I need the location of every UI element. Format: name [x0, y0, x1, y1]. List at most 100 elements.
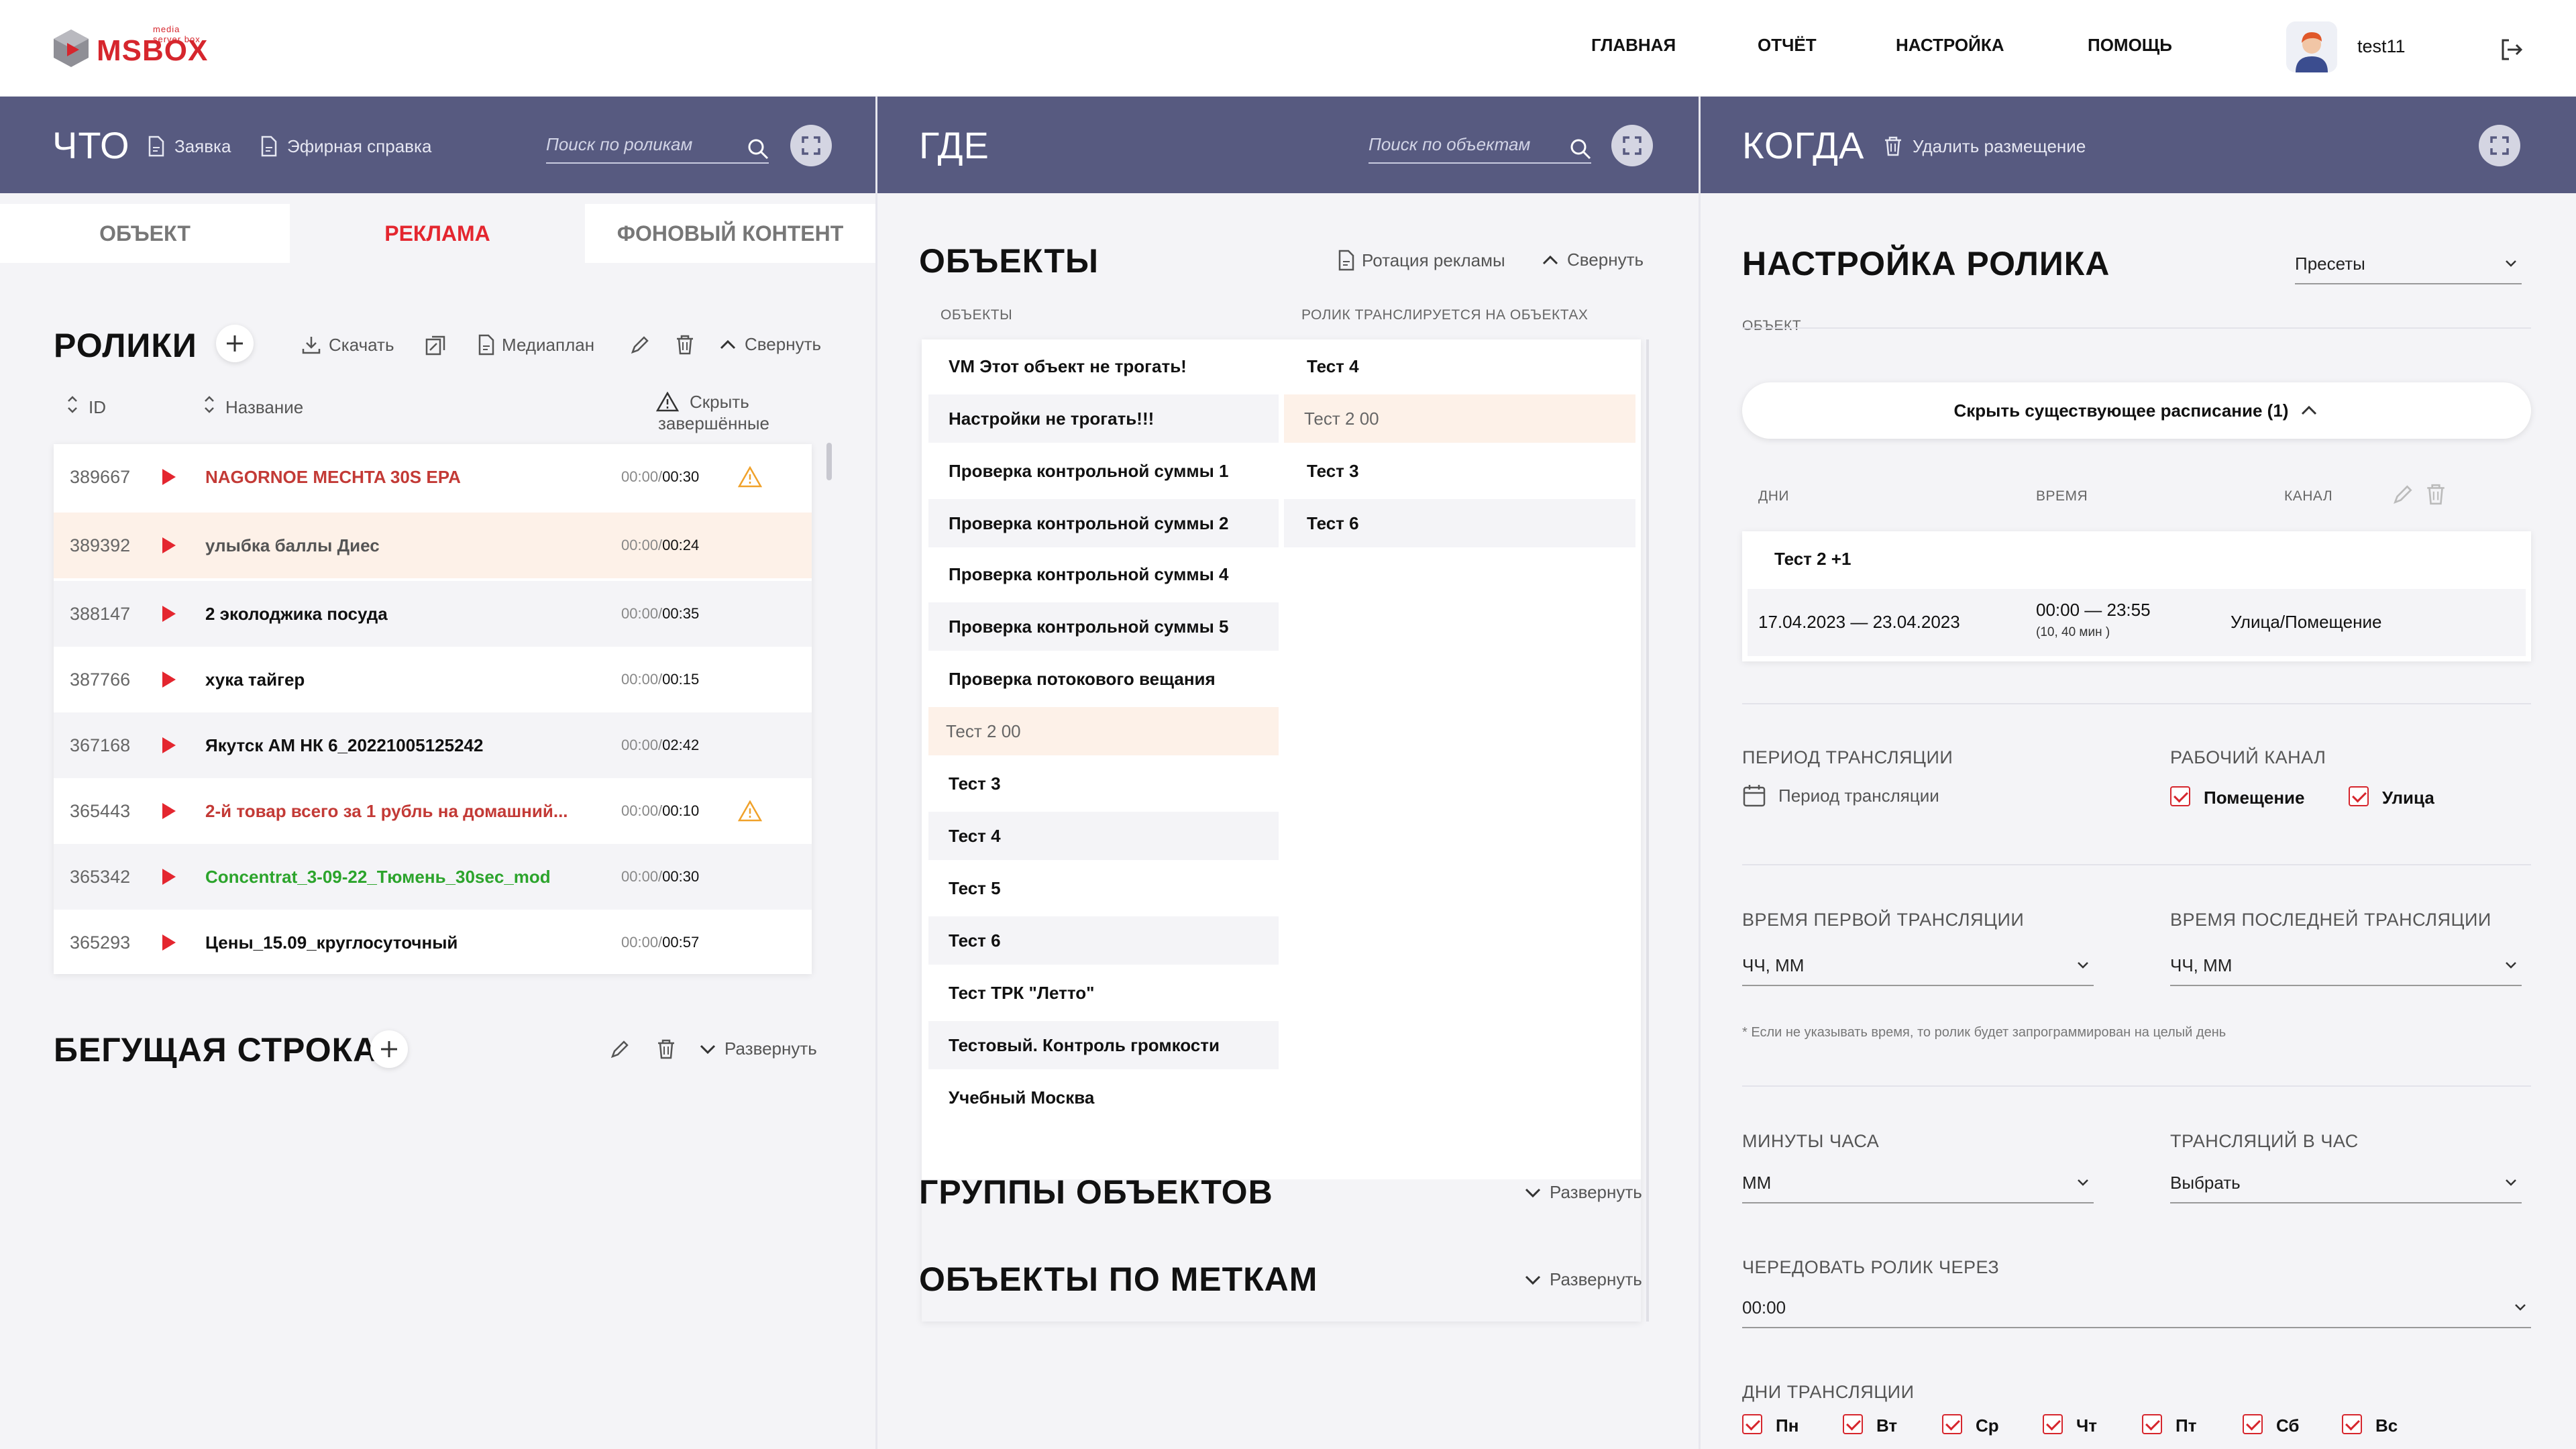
play-icon[interactable] [162, 469, 176, 485]
presets-dropdown[interactable]: Пресеты [2295, 244, 2522, 284]
clip-search-input[interactable]: Поиск по роликам [546, 131, 769, 164]
play-icon[interactable] [162, 737, 176, 753]
day-sat-checkbox[interactable] [2243, 1414, 2263, 1434]
hide-schedule-button[interactable]: Скрыть существующее расписание (1) [1742, 382, 2531, 439]
search-icon[interactable] [1570, 138, 1591, 160]
objects-scrollbar-track[interactable] [1646, 339, 1649, 1322]
pencil-icon[interactable] [609, 1038, 631, 1060]
minutes-label: МИНУТЫ ЧАСА [1742, 1131, 1880, 1151]
play-icon[interactable] [162, 869, 176, 885]
trash-icon[interactable] [656, 1038, 676, 1060]
object-item[interactable]: Тест ТРК "Летто" [928, 969, 1279, 1017]
pencil-icon[interactable] [629, 334, 651, 356]
tab-advertising[interactable]: РЕКЛАМА [292, 204, 582, 263]
channel-indoor-checkbox[interactable] [2170, 786, 2190, 806]
object-item-selected[interactable]: Тест 2 00 [928, 707, 1279, 755]
expand-ticker-button[interactable]: Развернуть [698, 1038, 817, 1059]
collapse-objects-button[interactable]: Свернуть [1540, 250, 1644, 270]
search-icon[interactable] [747, 138, 769, 160]
where-fullscreen-button[interactable] [1611, 125, 1653, 166]
when-fullscreen-button[interactable] [2479, 125, 2520, 166]
nav-help[interactable]: ПОМОЩЬ [2088, 35, 2172, 56]
object-item[interactable]: Тест 4 [928, 812, 1279, 860]
object-item[interactable]: Проверка контрольной суммы 2 [928, 499, 1279, 547]
play-icon[interactable] [162, 672, 176, 688]
clip-row[interactable]: 389667 NAGORNOE MECHTA 30S EPA 00:00/00:… [54, 444, 812, 510]
day-mon-checkbox[interactable] [1742, 1414, 1762, 1434]
clips-scrollbar[interactable] [826, 443, 832, 480]
clip-row[interactable]: 388147 2 эколоджика посуда 00:00/00:35 [54, 581, 812, 647]
trash-icon[interactable] [675, 334, 695, 356]
schedule-card[interactable]: Тест 2 +1 17.04.2023 — 23.04.2023 00:00 … [1742, 531, 2531, 661]
user-name[interactable]: test11 [2357, 36, 2406, 57]
play-icon[interactable] [162, 606, 176, 622]
collapse-clips-button[interactable]: Свернуть [718, 334, 821, 355]
logout-icon[interactable] [2498, 36, 2525, 63]
ad-rotation-button[interactable]: Ротация рекламы [1338, 250, 1505, 271]
object-item[interactable]: Проверка контрольной суммы 5 [928, 602, 1279, 651]
object-item[interactable]: Проверка потокового вещания [928, 655, 1279, 703]
clip-duration: 00:00/02:42 [621, 737, 699, 754]
day-wed-checkbox[interactable] [1942, 1414, 1962, 1434]
clip-row[interactable]: 365293 Цены_15.09_круглосуточный 00:00/0… [54, 910, 812, 974]
object-item[interactable]: Проверка контрольной суммы 1 [928, 447, 1279, 495]
pencil-icon[interactable] [2392, 483, 2414, 506]
sort-icon [68, 396, 77, 413]
schedule-row[interactable]: 17.04.2023 — 23.04.2023 00:00 — 23:55 (1… [1748, 589, 2526, 656]
air-report-link[interactable]: Эфирная справка [260, 136, 431, 157]
clip-row[interactable]: 387766 хука тайгер 00:00/00:15 [54, 647, 812, 712]
object-item[interactable]: Учебный Москва [928, 1073, 1279, 1122]
clip-row[interactable]: 365342 Concentrat_3-09-22_Тюмень_30sec_m… [54, 844, 812, 910]
clip-row[interactable]: 389392 улыбка баллы Диес 00:00/00:24 [54, 513, 812, 578]
play-icon[interactable] [162, 537, 176, 553]
delete-placement-link[interactable]: Удалить размещение [1883, 136, 2086, 157]
day-thu-checkbox[interactable] [2043, 1414, 2063, 1434]
object-item[interactable]: Тест 6 [928, 916, 1279, 965]
broadcast-object-item[interactable]: Тест 4 [1284, 342, 1635, 390]
object-item[interactable]: Проверка контрольной суммы 4 [928, 550, 1279, 598]
broadcast-object-item[interactable]: Тест 6 [1284, 499, 1635, 547]
mediaplan-button[interactable]: Медиаплан [478, 334, 594, 356]
object-item[interactable]: Тест 5 [928, 864, 1279, 912]
channel-street-checkbox[interactable] [2349, 786, 2369, 806]
minutes-dropdown[interactable]: ММ [1742, 1163, 2094, 1203]
first-broadcast-time-dropdown[interactable]: ЧЧ, ММ [1742, 946, 2094, 986]
expand-tags-button[interactable]: Развернуть [1523, 1269, 1642, 1290]
msbox-logo[interactable]: MSBOX media server box [52, 24, 208, 70]
play-icon[interactable] [162, 803, 176, 819]
nav-home[interactable]: ГЛАВНАЯ [1591, 35, 1676, 56]
nav-report[interactable]: ОТЧЁТ [1758, 35, 1817, 56]
last-broadcast-time-dropdown[interactable]: ЧЧ, ММ [2170, 946, 2522, 986]
plus-icon [227, 335, 243, 352]
download-button[interactable]: Скачать [301, 334, 394, 356]
clip-row[interactable]: 367168 Якутск АМ НК 6_20221005125242 00:… [54, 712, 812, 778]
add-ticker-button[interactable] [370, 1030, 408, 1068]
object-item[interactable]: Настройки не трогать!!! [928, 394, 1279, 443]
object-item[interactable]: Тестовый. Контроль громкости [928, 1021, 1279, 1069]
expand-groups-button[interactable]: Развернуть [1523, 1182, 1642, 1203]
avatar[interactable] [2286, 21, 2337, 72]
per-hour-dropdown[interactable]: Выбрать [2170, 1163, 2522, 1203]
broadcast-objects-column-label: РОЛИК ТРАНСЛИРУЕТСЯ НА ОБЪЕКТАХ [1301, 307, 1589, 323]
tab-object[interactable]: ОБЪЕКТ [0, 204, 290, 263]
object-search-input[interactable]: Поиск по объектам [1368, 131, 1591, 164]
day-sun-checkbox[interactable] [2342, 1414, 2362, 1434]
play-icon[interactable] [162, 934, 176, 951]
copy-edit-icon[interactable] [424, 334, 447, 357]
request-link[interactable]: Заявка [148, 136, 231, 157]
object-item[interactable]: Тест 3 [928, 759, 1279, 808]
period-picker[interactable]: Период трансляции [1742, 784, 1939, 808]
broadcast-object-item[interactable]: Тест 3 [1284, 447, 1635, 495]
what-fullscreen-button[interactable] [790, 125, 832, 166]
nav-settings[interactable]: НАСТРОЙКА [1896, 35, 2004, 56]
alternate-dropdown[interactable]: 00:00 [1742, 1288, 2531, 1328]
day-tue-checkbox[interactable] [1843, 1414, 1863, 1434]
clip-row[interactable]: 365443 2-й товар всего за 1 рубль на дом… [54, 778, 812, 844]
broadcast-object-item-selected[interactable]: Тест 2 00 [1284, 394, 1635, 443]
object-item[interactable]: VM Этот объект не трогать! [928, 342, 1279, 390]
tab-background-content[interactable]: ФОНОВЫЙ КОНТЕНТ [585, 204, 875, 263]
day-fri-checkbox[interactable] [2142, 1414, 2162, 1434]
clip-duration: 00:00/00:15 [621, 671, 699, 688]
add-clip-button[interactable] [216, 325, 254, 362]
trash-icon[interactable] [2425, 483, 2447, 506]
